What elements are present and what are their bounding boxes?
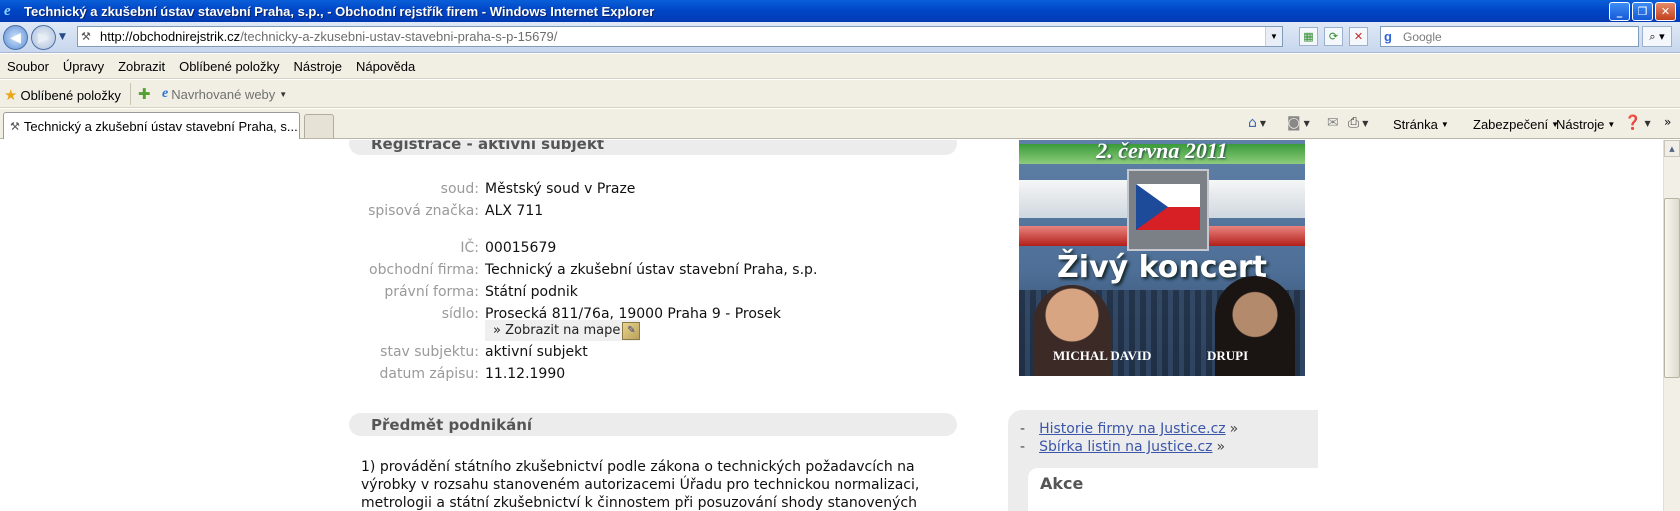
add-favorite-icon[interactable]: ✚: [138, 85, 151, 103]
menu-oblibene[interactable]: Oblíbené položky: [172, 59, 286, 74]
search-go-icon[interactable]: ⌕ ▾: [1642, 26, 1672, 47]
close-button[interactable]: ✕: [1655, 1, 1676, 21]
suggested-dropdown-icon: ▼: [279, 89, 288, 99]
address-toolbar: ◀ ▶ ▼ ⚒ http://obchodnirejstrik.cz/techn…: [0, 22, 1680, 53]
favorites-bar: ★ Oblíbené položky ✚ e Navrhované weby ▼: [0, 80, 1680, 108]
new-tab-button[interactable]: [304, 114, 334, 138]
concert-banner[interactable]: 2. června 2011 Živý koncert MICHAL DAVID…: [1019, 140, 1305, 376]
security-menu[interactable]: Zabezpečení ▼: [1473, 117, 1559, 132]
sbirka-link[interactable]: Sbírka listin na Justice.cz: [1039, 439, 1212, 455]
help-icon[interactable]: ❓ ▼: [1624, 115, 1651, 131]
favorites-button[interactable]: ★ Oblíbené položky: [4, 86, 121, 104]
suggested-sites-label: Navrhované weby: [171, 86, 276, 102]
favorites-separator: [130, 83, 131, 105]
tab-label: Technický a zkušební ústav stavební Prah…: [23, 118, 298, 134]
mail-icon[interactable]: ✉: [1327, 115, 1339, 131]
page-content: Registrace - aktivní subjekt soud: spiso…: [0, 140, 1663, 511]
favorites-star-icon: ★: [4, 87, 18, 104]
banner-flag-frame: [1127, 169, 1209, 251]
title-bar: e Technický a zkušební ústav stavební Pr…: [0, 0, 1680, 22]
czech-flag-icon: [1136, 184, 1200, 230]
show-on-map-label: » Zobrazit na mape: [493, 323, 621, 338]
restore-button[interactable]: ❐: [1632, 1, 1653, 21]
menu-soubor[interactable]: Soubor: [0, 59, 56, 74]
registration-heading-text: Registrace - aktivní subjekt: [371, 140, 604, 153]
akce-heading: Akce: [1028, 468, 1318, 511]
value-obchodni-firma: Technický a zkušební ústav stavební Prah…: [485, 262, 818, 278]
favorites-label: Oblíbené položky: [20, 87, 121, 103]
value-soud: Městský soud v Praze: [485, 181, 636, 197]
business-heading-text: Předmět podnikání: [371, 415, 533, 434]
business-heading: Předmět podnikání: [349, 413, 957, 436]
menu-napoveda[interactable]: Nápověda: [349, 59, 422, 74]
menu-bar: Soubor Úpravy Zobrazit Oblíbené položky …: [0, 54, 1680, 79]
value-datum-zapisu: 11.12.1990: [485, 366, 566, 382]
address-dropdown-icon[interactable]: ▼: [1265, 27, 1282, 46]
historie-link[interactable]: Historie firmy na Justice.cz: [1039, 421, 1226, 437]
minimize-button[interactable]: _: [1609, 1, 1630, 21]
vertical-scrollbar[interactable]: ▲: [1663, 140, 1680, 511]
label-datum-zapisu: datum zápisu:: [379, 366, 479, 382]
business-text: 1) provádění státního zkušebnictví podle…: [361, 459, 920, 511]
home-icon[interactable]: ⌂ ▼: [1248, 115, 1266, 131]
tab-active[interactable]: ⚒ Technický a zkušební ústav stavební Pr…: [3, 112, 300, 139]
search-placeholder: Google: [1403, 29, 1442, 44]
ie-small-icon: e: [162, 86, 169, 101]
url-path: /technicky-a-zkusebni-ustav-stavebni-pra…: [240, 29, 558, 44]
tools-menu-label: Nástroje: [1556, 117, 1605, 132]
banner-artist2-name: DRUPI: [1207, 348, 1249, 363]
label-spisova-znacka: spisová značka:: [368, 203, 479, 219]
ie-logo-icon: e: [4, 3, 11, 19]
label-stav-subjektu: stav subjektu:: [380, 344, 479, 360]
tab-row: ⚒ Technický a zkušební ústav stavební Pr…: [0, 109, 1680, 139]
browser-window: e Technický a zkušební ústav stavební Pr…: [0, 0, 1680, 511]
value-pravni-forma: Státní podnik: [485, 284, 578, 300]
suggested-sites-button[interactable]: e Navrhované weby ▼: [162, 86, 287, 102]
scroll-thumb[interactable]: [1664, 198, 1680, 378]
window-title: Technický a zkušební ústav stavební Prah…: [24, 3, 655, 19]
url-host: http://obchodnirejstrik.cz: [100, 29, 241, 44]
registration-heading: Registrace - aktivní subjekt: [349, 140, 957, 155]
side-link-sbirka: - Sbírka listin na Justice.cz»: [1020, 439, 1226, 455]
page-menu-label: Stránka: [1393, 117, 1438, 132]
side-link-historie: - Historie firmy na Justice.cz»: [1020, 421, 1239, 437]
value-ic: 00015679: [485, 240, 557, 256]
feeds-icon[interactable]: ◙ ▼: [1287, 115, 1310, 131]
label-pravni-forma: právní forma:: [384, 284, 479, 300]
menu-zobrazit[interactable]: Zobrazit: [111, 59, 172, 74]
value-spisova-znacka: ALX 711: [485, 203, 544, 219]
label-obchodni-firma: obchodní firma:: [369, 262, 479, 278]
forward-button[interactable]: ▶: [31, 25, 56, 50]
back-button[interactable]: ◀: [3, 25, 28, 50]
print-icon[interactable]: ⎙ ▼: [1348, 115, 1368, 131]
page-icon: ⚒: [81, 31, 91, 43]
label-ic: IČ:: [460, 240, 479, 256]
scroll-up-icon[interactable]: ▲: [1664, 140, 1680, 157]
chevron-more-icon[interactable]: »: [1664, 115, 1671, 129]
google-icon: g: [1384, 29, 1392, 44]
map-icon[interactable]: ✎: [622, 321, 641, 340]
tools-menu[interactable]: Nástroje ▼: [1556, 117, 1615, 132]
banner-artist1-name: MICHAL DAVID: [1053, 348, 1152, 363]
history-dropdown-icon[interactable]: ▼: [59, 32, 66, 42]
refresh-icon[interactable]: ⟳: [1324, 27, 1343, 46]
compatibility-icon[interactable]: ▦: [1299, 27, 1318, 46]
security-menu-label: Zabezpečení: [1473, 117, 1549, 132]
show-on-map-link[interactable]: » Zobrazit na mape ✎: [485, 320, 641, 341]
label-soud: soud:: [440, 181, 479, 197]
tab-page-icon: ⚒: [10, 120, 20, 133]
banner-date: 2. června 2011: [1096, 140, 1228, 163]
address-bar[interactable]: ⚒ http://obchodnirejstrik.cz/technicky-a…: [77, 26, 1283, 47]
page-menu[interactable]: Stránka ▼: [1393, 117, 1449, 132]
menu-nastroje[interactable]: Nástroje: [287, 59, 349, 74]
search-input[interactable]: g Google: [1380, 26, 1639, 47]
stop-icon[interactable]: ✕: [1349, 27, 1368, 46]
value-stav-subjektu: aktivní subjekt: [485, 344, 588, 360]
menu-upravy[interactable]: Úpravy: [56, 59, 111, 74]
label-sidlo: sídlo:: [441, 306, 479, 322]
